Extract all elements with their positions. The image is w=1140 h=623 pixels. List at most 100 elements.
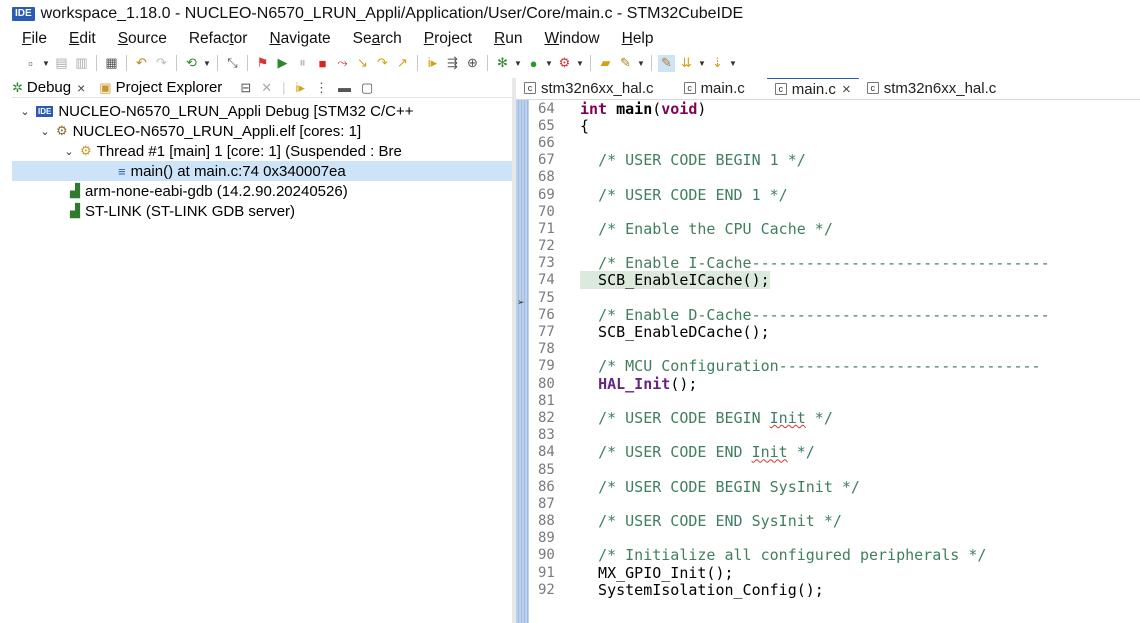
debug-launch-icon[interactable]: ✻: [494, 55, 511, 72]
code-line[interactable]: 91 MX_GPIO_Init();: [534, 564, 1140, 582]
save-icon[interactable]: ▤: [53, 55, 70, 72]
menu-search[interactable]: Search: [353, 30, 402, 48]
code-line[interactable]: 75: [534, 289, 1140, 306]
code-line[interactable]: 73 /* Enable I-Cache--------------------…: [534, 254, 1140, 272]
chevron-down-icon[interactable]: ⌄: [38, 125, 52, 138]
code-line[interactable]: 66: [534, 134, 1140, 151]
annotation-icon[interactable]: ⇊: [678, 55, 695, 72]
tab-main-c-active[interactable]: c main.c ×: [766, 78, 859, 99]
code-line[interactable]: 71 /* Enable the CPU Cache */: [534, 220, 1140, 238]
external-tools-icon[interactable]: ⚙: [556, 55, 573, 72]
link-icon[interactable]: ⤡: [224, 55, 241, 72]
code-line[interactable]: 69 /* USER CODE END 1 */: [534, 186, 1140, 204]
tree-item-gdb[interactable]: ▟ arm-none-eabi-gdb (14.2.90.20240526): [12, 181, 512, 201]
code-line[interactable]: 74 SCB_EnableICache();: [534, 271, 1140, 290]
code-line[interactable]: 78: [534, 341, 1140, 358]
tab-main-c[interactable]: c main.c: [676, 78, 753, 99]
tab-project-explorer[interactable]: ▣ Project Explorer: [99, 79, 222, 96]
external-tools-dropdown-icon[interactable]: ▼: [576, 59, 584, 68]
save-all-icon[interactable]: ▥: [73, 55, 90, 72]
menu-refactor[interactable]: Refactor: [189, 30, 248, 48]
tree-item-stack-frame[interactable]: ≡ main() at main.c:74 0x340007ea: [12, 161, 512, 181]
code-line[interactable]: 68: [534, 169, 1140, 186]
code-line[interactable]: 83: [534, 427, 1140, 444]
code-line[interactable]: 80 HAL_Init();: [534, 375, 1140, 393]
menu-source[interactable]: Source: [118, 30, 167, 48]
code-line[interactable]: 77 SCB_EnableDCache();: [534, 323, 1140, 341]
resume-icon[interactable]: ▶: [274, 55, 291, 72]
code-line[interactable]: 89: [534, 530, 1140, 547]
menu-help[interactable]: Help: [622, 30, 654, 48]
instruction-step-icon[interactable]: i▸: [424, 55, 441, 72]
use-step-filters-icon[interactable]: ⇶: [444, 55, 461, 72]
code-line[interactable]: 90 /* Initialize all configured peripher…: [534, 546, 1140, 564]
menu-file[interactable]: File: [22, 30, 47, 48]
code-line[interactable]: 67 /* USER CODE BEGIN 1 */: [534, 151, 1140, 169]
code-line[interactable]: 65 {: [534, 117, 1140, 135]
new-dropdown-icon[interactable]: ▼: [42, 59, 50, 68]
code-area[interactable]: 64 int main(void) 65 {66 67 /* USER CODE BEG…: [534, 100, 1140, 599]
close-icon[interactable]: ×: [77, 80, 85, 96]
tab-stm32n6xx-hal-c[interactable]: c stm32n6xx_hal.c: [516, 78, 662, 99]
close-icon[interactable]: ×: [842, 81, 851, 98]
minimize-icon[interactable]: ▬: [338, 80, 351, 95]
code-text: /* USER CODE BEGIN SysInit */: [598, 477, 860, 496]
collapse-all-icon[interactable]: ⊟: [240, 80, 251, 96]
redo-icon[interactable]: ↷: [153, 55, 170, 72]
code-line[interactable]: 87: [534, 495, 1140, 512]
step-return-icon[interactable]: ↗: [394, 55, 411, 72]
suspend-icon[interactable]: ⏸: [294, 55, 311, 72]
code-line[interactable]: 84 /* USER CODE END Init */: [534, 443, 1140, 461]
debug-dropdown-icon[interactable]: ▼: [514, 59, 522, 68]
chevron-down-icon[interactable]: ⌄: [62, 145, 76, 158]
restart-icon[interactable]: ⊕: [464, 55, 481, 72]
build-icon[interactable]: ▦: [103, 55, 120, 72]
code-line[interactable]: 88 /* USER CODE END SysInit */: [534, 512, 1140, 530]
code-line[interactable]: 79 /* MCU Configuration-----------------…: [534, 357, 1140, 375]
disconnect-icon[interactable]: ⤳: [334, 55, 351, 72]
tree-item-process[interactable]: ⌄ ⚙ NUCLEO-N6570_LRUN_Appli.elf [cores: …: [12, 121, 512, 141]
maximize-icon[interactable]: ▢: [361, 80, 373, 96]
tree-item-launch[interactable]: ⌄ IDE NUCLEO-N6570_LRUN_Appli Debug [STM…: [12, 101, 512, 121]
run-icon[interactable]: ●: [525, 55, 542, 72]
reset-icon[interactable]: ⚑: [254, 55, 271, 72]
chevron-down-icon[interactable]: ⌄: [18, 105, 32, 118]
toggle-mark-icon[interactable]: ✎: [658, 54, 675, 72]
code-line[interactable]: 76 /* Enable D-Cache--------------------…: [534, 306, 1140, 324]
code-line[interactable]: 81: [534, 392, 1140, 409]
line-number: 78: [538, 341, 555, 358]
tree-item-thread[interactable]: ⌄ ⚙ Thread #1 [main] 1 [core: 1] (Suspen…: [12, 141, 512, 161]
remove-terminated-icon[interactable]: ✕: [261, 80, 272, 96]
menu-project[interactable]: Project: [424, 30, 472, 48]
annotation-dropdown-icon[interactable]: ▼: [698, 59, 706, 68]
menu-window[interactable]: Window: [544, 30, 599, 48]
menu-edit[interactable]: Edit: [69, 30, 96, 48]
pencil-icon[interactable]: ✎: [617, 55, 634, 72]
skip-breakpoints-icon[interactable]: ⟲: [183, 55, 200, 72]
terminate-icon[interactable]: ■: [314, 55, 331, 72]
code-line[interactable]: 82 /* USER CODE BEGIN Init */: [534, 409, 1140, 427]
undo-icon[interactable]: ↶: [133, 55, 150, 72]
code-line[interactable]: 85: [534, 461, 1140, 478]
code-line[interactable]: 86 /* USER CODE BEGIN SysInit */: [534, 477, 1140, 496]
tab-debug[interactable]: ✲ Debug ×: [12, 79, 85, 96]
menu-navigate[interactable]: Navigate: [269, 30, 330, 48]
tab-stm32n6xx-hal-c-2[interactable]: c stm32n6xx_hal.c: [859, 78, 1005, 99]
code-line[interactable]: 70: [534, 203, 1140, 220]
menu-run[interactable]: Run: [494, 30, 522, 48]
code-line[interactable]: 92 SystemIsolation_Config();: [534, 581, 1140, 599]
pencil-dropdown-icon[interactable]: ▼: [637, 59, 645, 68]
step-over-icon[interactable]: ↷: [374, 55, 391, 72]
instruction-stepping-icon[interactable]: i▸: [296, 80, 305, 96]
skip-dropdown-icon[interactable]: ▼: [203, 59, 211, 68]
next-annotation-icon[interactable]: ⇣: [709, 55, 726, 72]
step-into-icon[interactable]: ↘: [354, 55, 371, 72]
tree-item-stlink[interactable]: ▟ ST-LINK (ST-LINK GDB server): [12, 201, 512, 221]
new-icon[interactable]: ▫: [22, 55, 39, 72]
open-folder-icon[interactable]: ▰: [597, 55, 614, 72]
view-menu-icon[interactable]: ⋮: [315, 80, 328, 96]
code-line[interactable]: 64 int main(void): [534, 100, 1140, 118]
run-dropdown-icon[interactable]: ▼: [545, 59, 553, 68]
next-annotation-dropdown-icon[interactable]: ▼: [729, 59, 737, 68]
code-line[interactable]: 72: [534, 238, 1140, 255]
